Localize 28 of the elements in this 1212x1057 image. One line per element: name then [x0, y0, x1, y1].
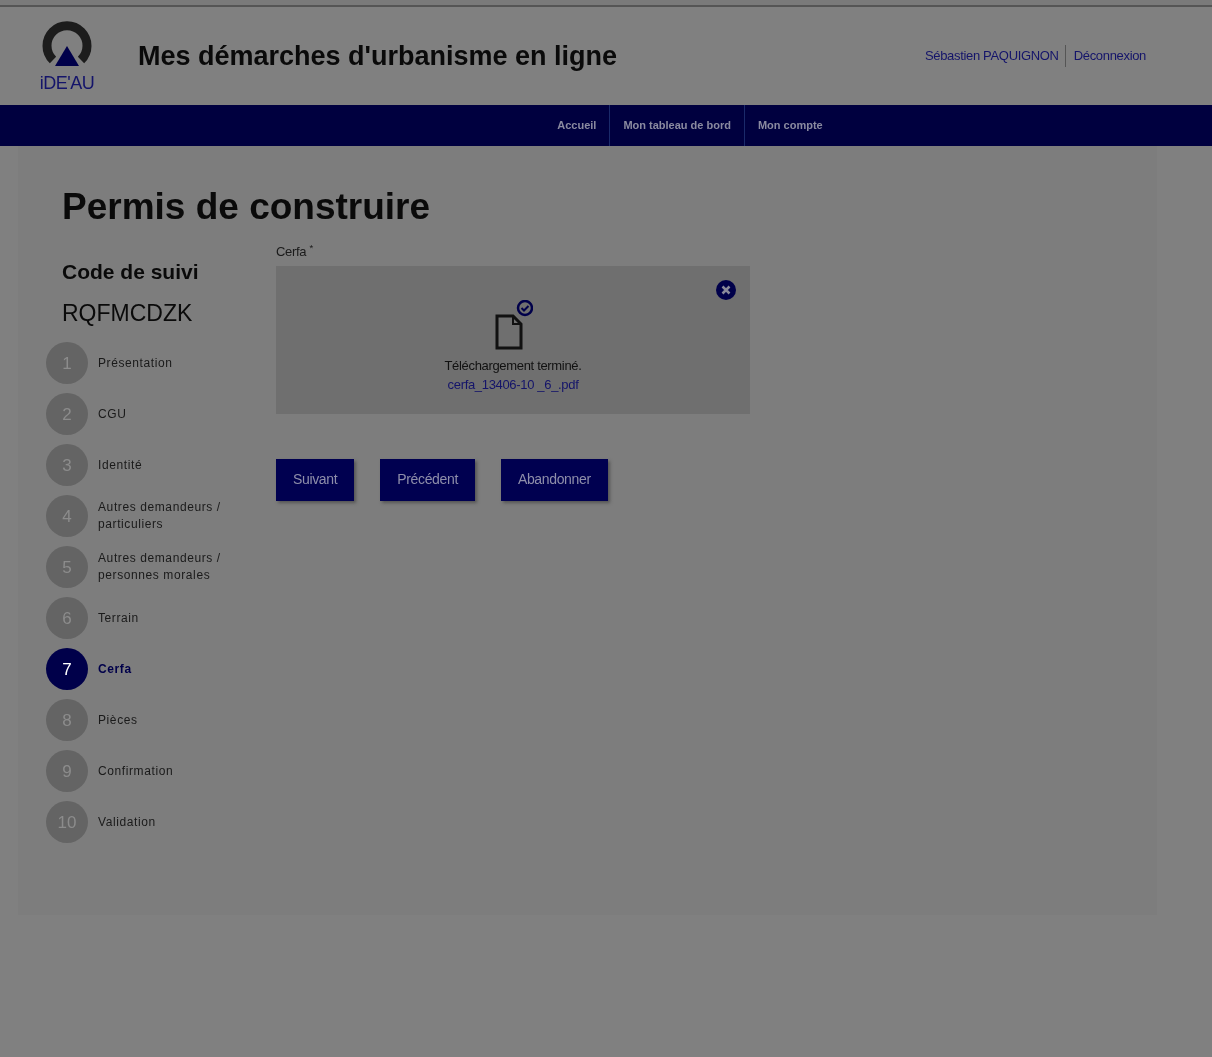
user-link[interactable]: Sébastien PAQUIGNON [924, 45, 1066, 67]
file-link[interactable]: cerfa_13406-10 _6_.pdf [447, 375, 579, 395]
step-link[interactable]: CGU [98, 405, 127, 423]
field-label: Cerfa $^{*}$ [276, 242, 314, 262]
step-link[interactable]: Terrain [98, 609, 139, 627]
step-link[interactable]: Cerfa [98, 660, 132, 678]
remove-icon[interactable] [716, 279, 736, 300]
tracking-code: RQFMCDZK [62, 298, 194, 328]
step-link[interactable]: Autres demandeurs / personnes morales [98, 550, 260, 585]
form-button[interactable]: Abandonner [500, 458, 608, 501]
form-button[interactable]: Suivant [276, 458, 355, 501]
tracking-label: Code de suivi [62, 259, 200, 286]
nav-link[interactable]: Mon compte [744, 105, 836, 146]
step-number: 7 [46, 648, 88, 691]
logout-link[interactable]: Déconnexion [1065, 46, 1146, 66]
step-link[interactable]: Validation [98, 813, 156, 831]
upload-zone[interactable]: Téléchargement terminé. cerfa_13406-10 _6_.pdf [276, 265, 750, 414]
logo-text: iDE'AU [39, 74, 95, 92]
document-check-icon [493, 299, 533, 350]
upload-status: Téléchargement terminé. [444, 356, 582, 375]
page-title: Permis de construire [62, 185, 432, 229]
step-link[interactable]: Confirmation [98, 762, 174, 780]
step-link[interactable]: Identité [98, 456, 143, 474]
site-title: Mes démarches d'urbanisme en ligne [138, 39, 618, 73]
step-link[interactable]: Pièces [98, 711, 138, 729]
step-link[interactable]: Présentation [98, 354, 173, 372]
form-button[interactable]: Précédent [380, 458, 475, 501]
step-link[interactable]: Autres demandeurs / particuliers [98, 499, 260, 534]
